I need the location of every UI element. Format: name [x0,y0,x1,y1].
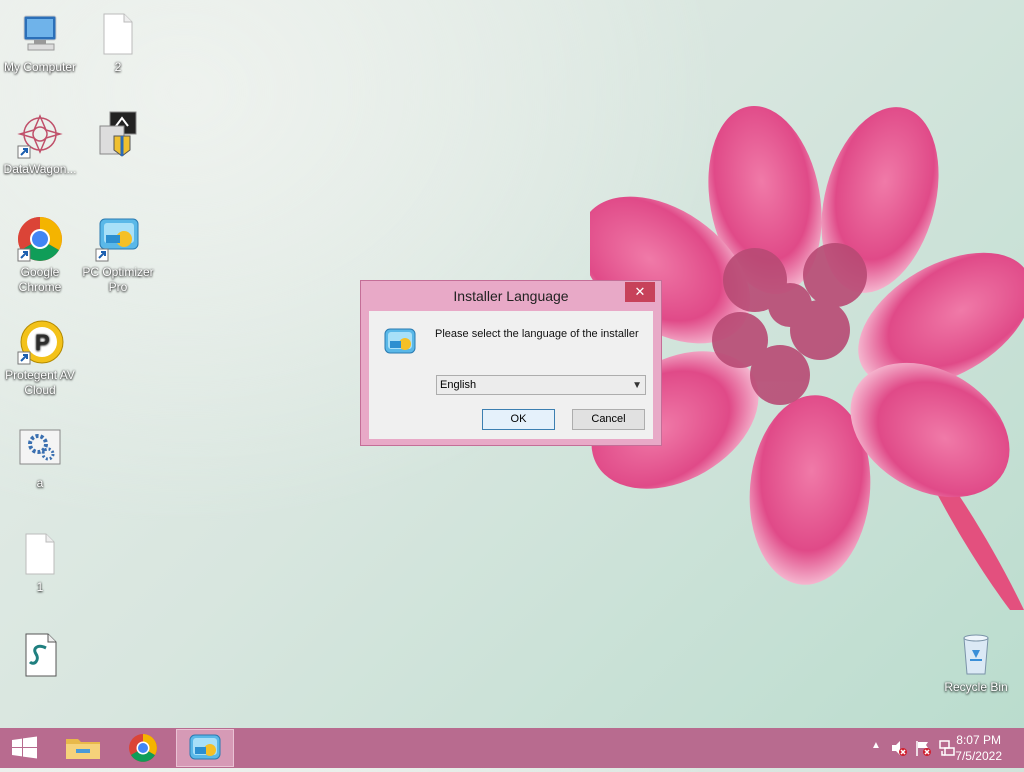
installer-icon [94,110,142,158]
dialog-client-area: Please select the language of the instal… [369,311,653,439]
installer-app-icon [383,325,417,364]
language-select-value: English [440,379,477,391]
desktop-icon-label: Protegent AV Cloud [5,368,75,397]
datawagon-icon [16,112,64,160]
script-file-icon [16,630,64,678]
taskbar-chrome[interactable] [114,729,172,767]
desktop-icon-label: PC Optimizer Pro [82,265,154,294]
desktop-icon-a[interactable]: a [0,426,80,491]
desktop-icon-protegent-av-cloud[interactable]: P Protegent AV Cloud [0,318,80,398]
installer-app-icon [189,734,221,760]
desktop-icon-datawagon[interactable]: DataWagon... [0,112,80,177]
chevron-down-icon: ▼ [632,380,642,391]
chrome-icon [16,215,64,263]
computer-icon [16,10,64,58]
desktop-icon-label: Google Chrome [18,265,62,294]
taskbar: ▲ 8:07 PM 7/5/2022 [0,728,1024,768]
installer-language-dialog: Installer Language ✕ Please select the l… [360,280,662,446]
recycle-bin-icon [952,630,1000,678]
system-tray: ▲ 8:07 PM 7/5/2022 [844,728,1024,768]
ok-button[interactable]: OK [482,409,555,430]
desktop-icon-script[interactable] [0,630,80,680]
desktop-icon-label: Recycle Bin [944,680,1008,694]
taskbar-file-explorer[interactable] [54,729,112,767]
desktop-icon-recycle-bin[interactable]: Recycle Bin [936,630,1016,695]
clock[interactable]: 8:07 PM 7/5/2022 [955,732,1002,764]
chrome-icon [129,734,157,762]
settings-file-icon [16,426,64,474]
pc-optimizer-icon [94,215,142,263]
desktop-icon-label: 1 [36,580,44,594]
clock-date: 7/5/2022 [955,749,1002,763]
desktop-icon-label: My Computer [3,60,77,74]
desktop-icon-file-1[interactable]: 1 [0,530,80,595]
desktop-icon-label: DataWagon... [3,162,77,176]
language-select[interactable]: English ▼ [436,375,646,395]
dialog-title: Installer Language [453,288,569,304]
desktop-icon-file-2[interactable]: 2 [78,10,158,75]
cancel-button[interactable]: Cancel [572,409,645,430]
close-button[interactable]: ✕ [625,282,655,302]
document-icon [16,530,64,578]
desktop-icon-label: 2 [114,60,122,74]
action-center-flag-icon[interactable] [914,739,932,757]
taskbar-installer[interactable] [176,729,234,767]
windows-logo-icon [12,736,37,759]
desktop-icon-label: a [36,476,44,490]
desktop-icon-pc-optimizer-pro[interactable]: PC Optimizer Pro [78,215,158,295]
document-icon [94,10,142,58]
desktop-icon-my-computer[interactable]: My Computer [0,10,80,75]
folder-icon [66,739,100,759]
protegent-icon: P [16,318,64,366]
network-icon[interactable] [938,739,956,757]
svg-text:P: P [35,330,50,355]
desktop-icon-installer[interactable] [78,110,158,160]
show-hidden-icons-chevron-up-icon[interactable]: ▲ [871,740,881,751]
desktop: My Computer 2 DataWagon... Google Chrome… [0,0,1024,728]
desktop-icon-google-chrome[interactable]: Google Chrome [0,215,80,295]
start-button[interactable] [0,729,50,767]
speaker-muted-icon[interactable] [890,739,908,757]
dialog-message: Please select the language of the instal… [435,328,639,340]
clock-time: 8:07 PM [956,733,1001,747]
